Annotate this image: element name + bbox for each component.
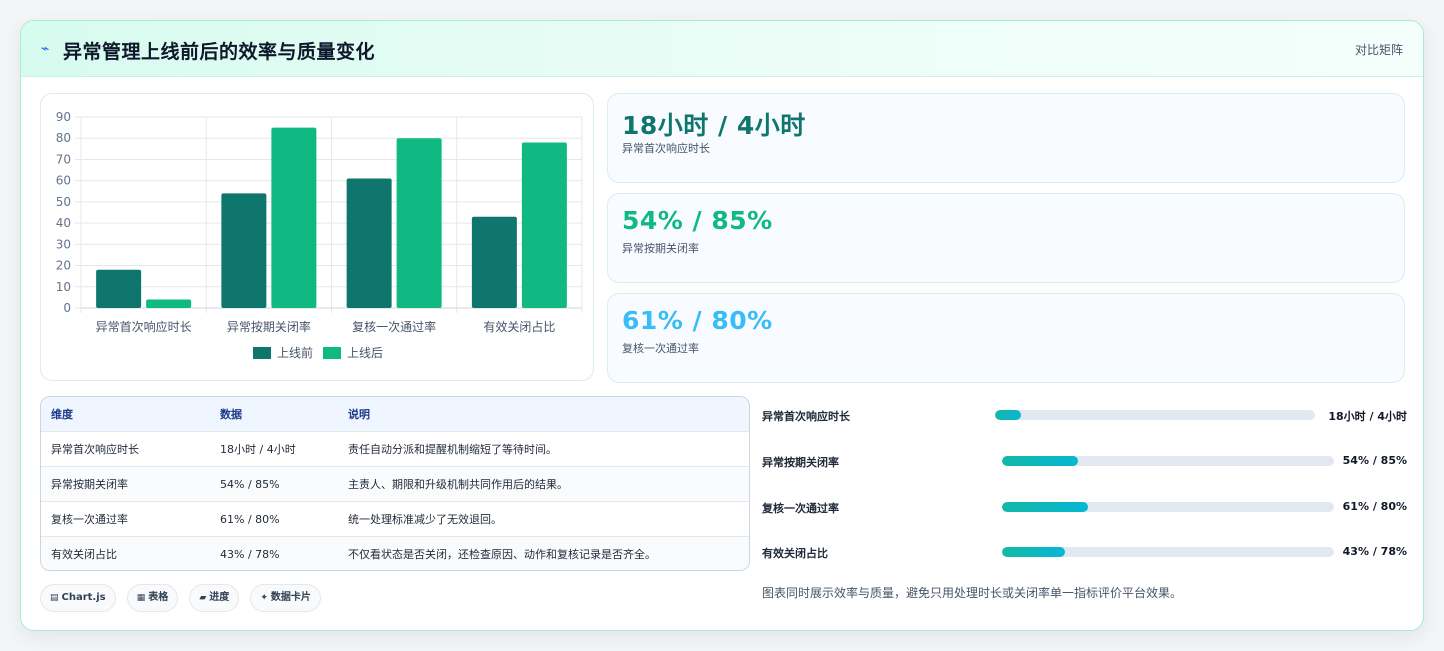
y-tick-label: 30: [56, 237, 71, 251]
y-tick-label: 60: [56, 174, 71, 188]
y-tick-label: 40: [56, 216, 71, 230]
progress-list: 异常首次响应时长 18小时 / 4小时 异常按期关闭率 54% / 85% 复核…: [762, 396, 1407, 596]
y-tick-label: 70: [56, 152, 71, 166]
chip-progress[interactable]: ▰ 进度: [189, 584, 240, 612]
y-tick-label: 0: [63, 301, 71, 315]
progress-row: 异常首次响应时长 18小时 / 4小时: [762, 405, 1407, 425]
x-category-label: 异常按期关闭率: [227, 319, 311, 334]
progress-track: [995, 410, 1315, 420]
stat-value: 54% / 85%: [622, 206, 773, 235]
table-cell: 54% / 85%: [220, 478, 280, 491]
bar: [271, 127, 317, 308]
progress-label: 异常首次响应时长: [762, 410, 850, 423]
legend-label: 上线前: [277, 345, 313, 360]
progress-fill: [1002, 547, 1066, 557]
progress-track: [1002, 502, 1334, 512]
stat-label: 异常按期关闭率: [622, 242, 699, 255]
y-tick-label: 10: [56, 280, 71, 294]
x-category-label: 有效关闭占比: [483, 319, 555, 334]
y-tick-label: 90: [56, 110, 71, 124]
stat-card-close-rate: 54% / 85% 异常按期关闭率: [607, 193, 1405, 283]
stat-value: 18小时 / 4小时: [622, 111, 806, 140]
progress-label: 异常按期关闭率: [762, 456, 839, 469]
sparkle-icon: ✦: [260, 593, 268, 603]
legend-swatch: [253, 347, 271, 359]
table-cell: 主责人、期限和升级机制共同作用后的结果。: [348, 478, 568, 491]
chip-label: 数据卡片: [270, 592, 311, 603]
table-header-cell: 维度: [51, 408, 73, 421]
progress-label: 有效关闭占比: [762, 547, 828, 560]
chip-label: 进度: [209, 592, 230, 603]
table-header-cell: 说明: [348, 408, 370, 421]
chip-chartjs[interactable]: ▤ Chart.js: [40, 584, 116, 612]
table-icon: ▦: [136, 593, 146, 603]
y-tick-label: 20: [56, 259, 71, 273]
table-row: 异常按期关闭率 54% / 85% 主责人、期限和升级机制共同作用后的结果。: [41, 467, 749, 502]
data-table: 维度 数据 说明 异常首次响应时长 18小时 / 4小时 责任自动分派和提醒机制…: [40, 396, 750, 571]
bar: [346, 178, 392, 308]
panel-header: ⌁ 异常管理上线前后的效率与质量变化 对比矩阵: [21, 21, 1423, 77]
y-tick-label: 80: [56, 131, 71, 145]
table-header-row: 维度 数据 说明: [41, 397, 749, 432]
chip-label: Chart.js: [61, 592, 106, 603]
table-cell: 有效关闭占比: [51, 548, 117, 561]
stat-value: 61% / 80%: [622, 306, 773, 335]
stat-card-pass-rate: 61% / 80% 复核一次通过率: [607, 293, 1405, 383]
chip-table[interactable]: ▦ 表格: [126, 584, 179, 612]
bar: [396, 138, 442, 308]
table-cell: 异常首次响应时长: [51, 443, 139, 456]
progress-track: [1002, 547, 1334, 557]
table-row: 复核一次通过率 61% / 80% 统一处理标准减少了无效退回。: [41, 502, 749, 537]
progress-value: 54% / 85%: [1342, 454, 1407, 467]
table-cell: 61% / 80%: [220, 513, 280, 526]
progress-value: 18小时 / 4小时: [1328, 410, 1407, 423]
progress-icon: ▰: [199, 593, 207, 603]
comparison-panel: ⌁ 异常管理上线前后的效率与质量变化 对比矩阵 0 10 20 30 40 50 60 70 8…: [20, 20, 1424, 631]
bar-chart-card: 0 10 20 30 40 50 60 70 80 90 异常首次响应时长 异常按期关闭率 复核一次通过…: [40, 93, 594, 381]
bar: [146, 299, 192, 308]
table-row: 有效关闭占比 43% / 78% 不仅看状态是否关闭，还检查原因、动作和复核记录…: [41, 537, 749, 570]
table-header-cell: 数据: [220, 408, 242, 421]
bar: [521, 142, 567, 308]
table-cell: 复核一次通过率: [51, 513, 128, 526]
tech-chips: ▤ Chart.js ▦ 表格 ▰ 进度 ✦ 数据卡片: [40, 584, 327, 612]
legend-label: 上线后: [347, 346, 383, 360]
spark-icon: ⌁: [41, 41, 50, 57]
progress-fill: [1002, 502, 1089, 512]
chip-data-cards[interactable]: ✦ 数据卡片: [250, 584, 321, 612]
bar: [471, 216, 517, 308]
stat-label: 异常首次响应时长: [622, 142, 710, 155]
table-cell: 43% / 78%: [220, 548, 280, 561]
progress-fill: [1002, 456, 1079, 466]
bar-chart: 0 10 20 30 40 50 60 70 80 90 异常首次响应时长 异常按期关闭率 复核一次通过…: [56, 110, 583, 360]
table-row: 异常首次响应时长 18小时 / 4小时 责任自动分派和提醒机制缩短了等待时间。: [41, 432, 749, 467]
stat-label: 复核一次通过率: [622, 342, 699, 355]
table-cell: 18小时 / 4小时: [220, 443, 296, 456]
x-category-label: 复核一次通过率: [352, 319, 436, 334]
table-cell: 异常按期关闭率: [51, 478, 128, 491]
progress-note: 图表同时展示效率与质量，避免只用处理时长或关闭率单一指标评价平台效果。: [762, 586, 1183, 600]
y-tick-label: 50: [56, 195, 71, 209]
progress-row: 复核一次通过率 61% / 80%: [762, 497, 1407, 517]
progress-value: 43% / 78%: [1342, 545, 1407, 558]
progress-track: [1002, 456, 1334, 466]
x-category-label: 异常首次响应时长: [96, 319, 192, 334]
legend-swatch: [323, 347, 341, 359]
progress-row: 异常按期关闭率 54% / 85%: [762, 451, 1407, 471]
stat-card-response: 18小时 / 4小时 异常首次响应时长: [607, 93, 1405, 183]
table-cell: 不仅看状态是否关闭，还检查原因、动作和复核记录是否齐全。: [348, 548, 656, 561]
table-cell: 统一处理标准减少了无效退回。: [348, 513, 502, 526]
chip-label: 表格: [148, 592, 169, 603]
progress-row: 有效关闭占比 43% / 78%: [762, 542, 1407, 562]
table-cell: 责任自动分派和提醒机制缩短了等待时间。: [348, 443, 557, 456]
progress-fill: [995, 410, 1021, 420]
bar: [221, 193, 267, 308]
matrix-tag: 对比矩阵: [1354, 43, 1403, 57]
bar: [96, 269, 142, 308]
progress-value: 61% / 80%: [1342, 500, 1407, 513]
progress-label: 复核一次通过率: [762, 502, 839, 515]
panel-title: 异常管理上线前后的效率与质量变化: [63, 41, 376, 63]
chart-icon: ▤: [50, 593, 59, 603]
